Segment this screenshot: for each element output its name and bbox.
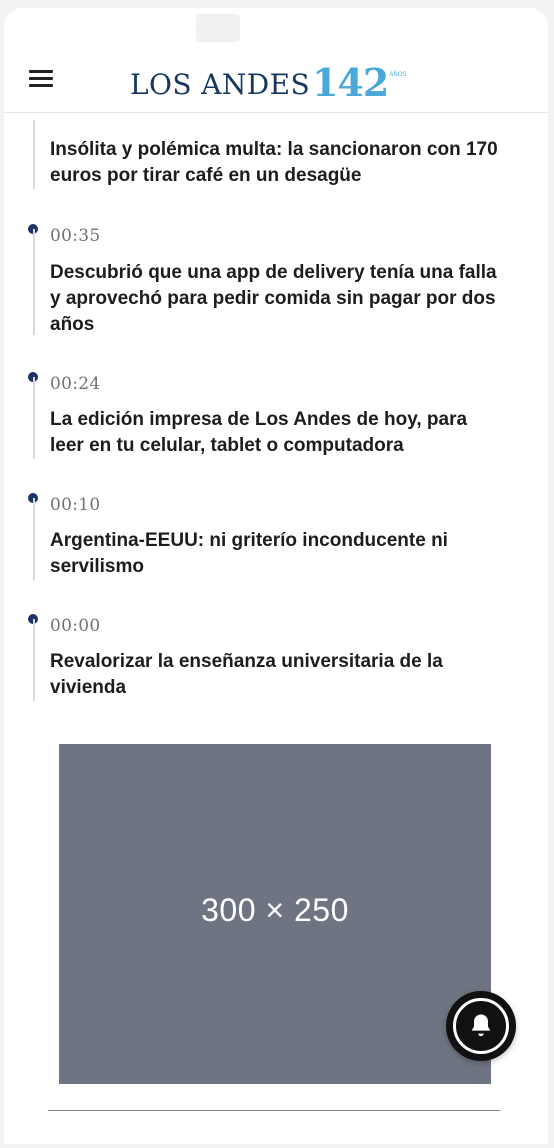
timeline-time: 00:35 [50, 226, 101, 246]
advertisement-placeholder[interactable]: 300 × 250 [59, 744, 491, 1084]
brand-name: LOS ANDES [130, 68, 311, 101]
app-header: LOS ANDES 142 AÑOS [4, 8, 548, 113]
timeline-line [33, 120, 35, 189]
headline-link[interactable]: Descubrió que una app de delivery tenía … [50, 260, 500, 338]
headline-link[interactable]: Insólita y polémica multa: la sancionaro… [50, 137, 500, 189]
timeline-time: 00:24 [50, 374, 101, 394]
notification-bell-button[interactable] [446, 991, 516, 1061]
timeline-line [33, 498, 35, 580]
bell-icon [471, 1014, 491, 1037]
section-divider [48, 1110, 500, 1111]
headline-link[interactable]: Revalorizar la enseñanza universitaria d… [50, 649, 500, 701]
timeline-line [33, 229, 35, 335]
ad-size-label: 300 × 250 [201, 891, 349, 928]
brand-years-label: AÑOS [389, 72, 407, 78]
headline-link[interactable]: La edición impresa de Los Andes de hoy, … [50, 407, 500, 459]
headline-link[interactable]: Argentina-EEUU: ni griterío inconducente… [50, 528, 500, 580]
timeline-time: 00:00 [50, 616, 101, 636]
app-page: LOS ANDES 142 AÑOS Insólita y polémica m… [4, 8, 548, 1144]
brand-anniversary-number: 142 [312, 60, 389, 105]
timeline-time: 00:10 [50, 495, 101, 515]
status-bar-pill [196, 14, 240, 42]
brand-logo[interactable]: LOS ANDES 142 AÑOS [130, 56, 406, 102]
timeline-line [33, 619, 35, 701]
hamburger-menu-icon[interactable] [29, 68, 57, 90]
timeline-line [33, 377, 35, 459]
